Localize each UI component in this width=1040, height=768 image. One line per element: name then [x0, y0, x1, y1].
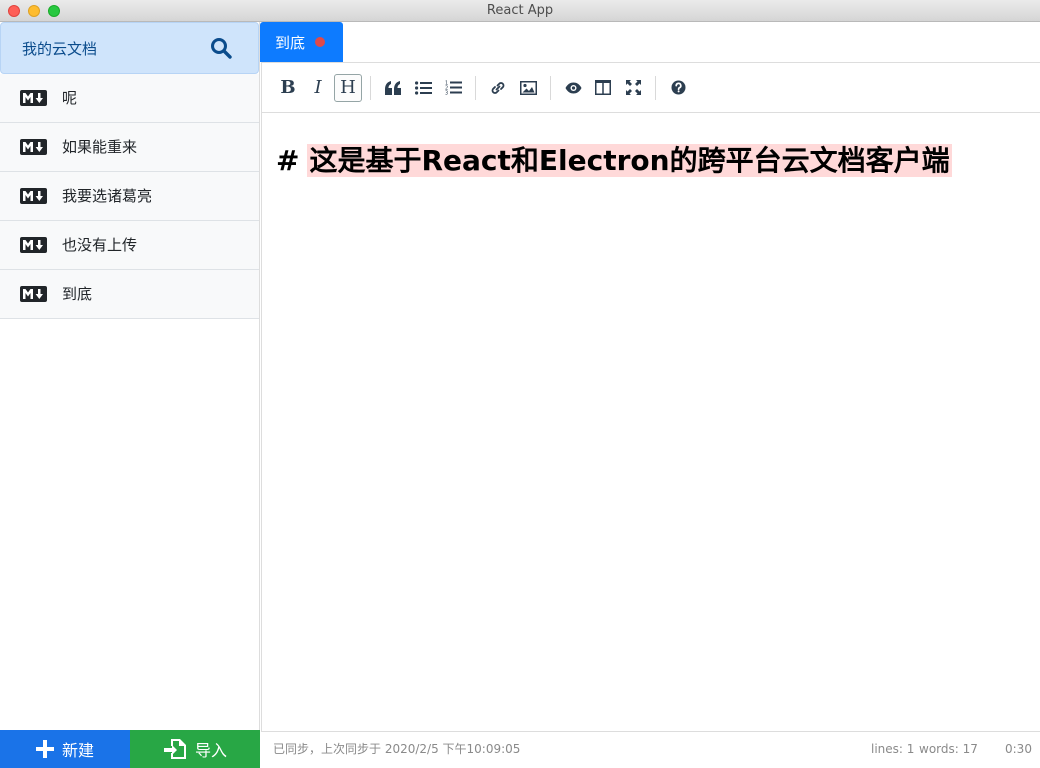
list-ol-icon: 123 — [445, 81, 462, 96]
bottom-button-group: 新建 导入 — [0, 730, 260, 768]
sidebar-title: 我的云文档 — [22, 39, 98, 58]
columns-icon — [595, 80, 611, 95]
file-item[interactable]: 如果能重来 — [0, 123, 259, 172]
minimize-window-button[interactable] — [28, 5, 40, 17]
link-button[interactable] — [484, 74, 512, 102]
quote-button[interactable] — [379, 74, 407, 102]
window-titlebar: React App — [0, 0, 1040, 22]
toolbar-divider — [655, 75, 656, 100]
line-count: lines: 1 — [871, 742, 915, 756]
quote-icon — [385, 80, 401, 95]
plus-icon — [35, 740, 54, 758]
close-window-button[interactable] — [8, 5, 20, 17]
italic-button[interactable]: I — [304, 74, 332, 102]
markdown-heading: # 这是基于React和Electron的跨平台云文档客户端 — [276, 141, 952, 181]
file-name: 我要选诸葛亮 — [62, 186, 153, 205]
file-name: 呢 — [62, 88, 78, 107]
side-by-side-button[interactable] — [589, 74, 617, 102]
image-button[interactable] — [514, 74, 542, 102]
sync-status: 已同步，上次同步于 2020/2/5 下午10:09:05 — [273, 742, 521, 756]
markdown-editor: B I H 123 # 这是基于React和Electron的跨平台云文档客户端 — [261, 62, 1040, 732]
fullscreen-icon — [625, 80, 641, 95]
unordered-list-button[interactable] — [409, 74, 437, 102]
window-title: React App — [486, 3, 554, 18]
tab-label: 到底 — [275, 33, 306, 52]
search-icon[interactable] — [210, 37, 232, 59]
maximize-window-button[interactable] — [48, 5, 60, 17]
question-circle-icon — [671, 80, 685, 95]
main-area: 到底 B I H 123 # 这是基于React和Electron的跨平台云文档… — [260, 22, 1040, 768]
heading-text: 这是基于React和Electron的跨平台云文档客户端 — [307, 144, 952, 177]
file-name: 也没有上传 — [62, 235, 138, 254]
markdown-icon — [20, 188, 47, 204]
svg-text:3: 3 — [445, 91, 448, 96]
ordered-list-button[interactable]: 123 — [439, 74, 467, 102]
link-icon — [491, 81, 505, 94]
image-icon — [519, 80, 537, 95]
cursor-position: 0:30 — [1005, 742, 1032, 756]
heading-marker: # — [276, 144, 300, 177]
markdown-icon — [20, 139, 47, 155]
eye-icon — [565, 82, 581, 93]
fullscreen-button[interactable] — [619, 74, 647, 102]
file-list: 呢 如果能重来 我要选诸葛亮 也没有上传 到底 — [0, 74, 259, 319]
tab-active-file[interactable]: 到底 — [260, 22, 343, 62]
toolbar-divider — [550, 75, 551, 100]
import-button[interactable]: 导入 — [130, 730, 260, 768]
preview-button[interactable] — [559, 74, 587, 102]
editor-content[interactable]: # 这是基于React和Electron的跨平台云文档客户端 — [262, 113, 1040, 209]
markdown-icon — [20, 237, 47, 253]
editor-statusbar: 已同步，上次同步于 2020/2/5 下午10:09:05 lines: 1 w… — [261, 732, 1040, 768]
list-ul-icon — [414, 80, 432, 95]
heading-button[interactable]: H — [334, 73, 362, 102]
toolbar-divider — [370, 75, 371, 100]
file-item[interactable]: 我要选诸葛亮 — [0, 172, 259, 221]
new-file-label: 新建 — [61, 741, 94, 760]
import-label: 导入 — [194, 741, 227, 760]
editor-toolbar: B I H 123 — [262, 63, 1040, 113]
word-count: words: 17 — [919, 742, 978, 756]
markdown-icon — [20, 90, 47, 106]
tab-bar: 到底 — [260, 22, 1040, 62]
file-item[interactable]: 也没有上传 — [0, 221, 259, 270]
file-name: 到底 — [62, 284, 93, 303]
new-file-button[interactable]: 新建 — [0, 730, 130, 768]
help-button[interactable] — [664, 74, 692, 102]
sidebar: 我的云文档 呢 如果能重来 我要选诸葛亮 也没有上传 到底 新建 导入 — [0, 22, 260, 768]
unsaved-indicator-icon[interactable] — [315, 37, 326, 47]
markdown-icon — [20, 286, 47, 302]
file-item[interactable]: 呢 — [0, 74, 259, 123]
search-header: 我的云文档 — [0, 22, 259, 74]
file-import-icon — [163, 739, 186, 759]
file-item[interactable]: 到底 — [0, 270, 259, 319]
toolbar-divider — [475, 75, 476, 100]
file-name: 如果能重来 — [62, 137, 138, 156]
bold-button[interactable]: B — [274, 74, 302, 102]
